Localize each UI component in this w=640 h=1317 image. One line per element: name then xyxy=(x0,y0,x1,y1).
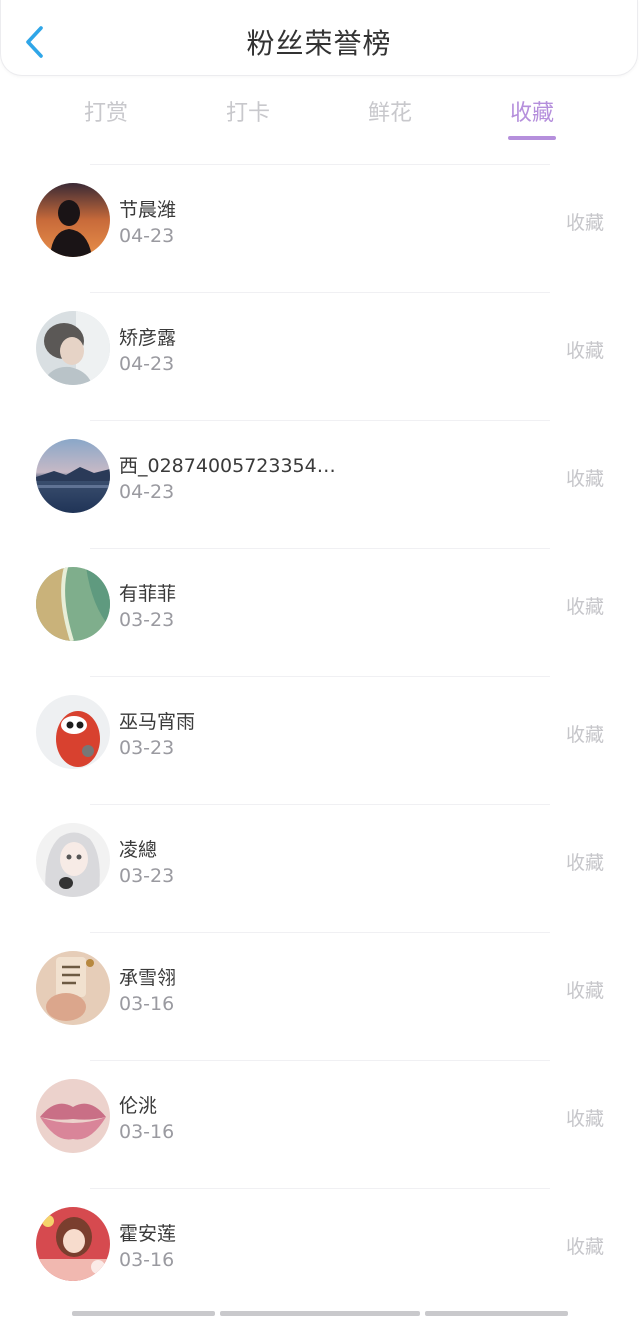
fan-list: 节晨潍 04-23 收藏 矫彦露 04-23 收藏 西_028740057233… xyxy=(0,164,640,1316)
list-item[interactable]: 节晨潍 04-23 收藏 xyxy=(0,164,640,292)
tab-tip[interactable]: 打赏 xyxy=(35,95,177,127)
tab-label: 打卡 xyxy=(225,101,270,126)
fan-date: 04-23 xyxy=(119,353,175,375)
fan-date: 03-23 xyxy=(119,737,175,759)
avatar[interactable] xyxy=(36,1079,110,1153)
fan-date: 03-16 xyxy=(119,1249,175,1271)
fan-name: 西_02874005723354… xyxy=(119,455,336,477)
avatar[interactable] xyxy=(36,823,110,897)
bottom-indicator-segment xyxy=(220,1311,420,1316)
action-label: 收藏 xyxy=(565,1236,604,1258)
fan-name: 霍安莲 xyxy=(119,1223,177,1245)
fan-date: 03-23 xyxy=(119,609,175,631)
list-item[interactable]: 西_02874005723354… 04-23 收藏 xyxy=(0,420,640,548)
avatar[interactable] xyxy=(36,439,110,513)
tab-bar: 打赏 打卡 鲜花 收藏 xyxy=(35,95,605,145)
fan-date: 03-23 xyxy=(119,865,175,887)
action-label: 收藏 xyxy=(565,1108,604,1130)
row-divider xyxy=(90,676,550,677)
fan-name: 巫马宵雨 xyxy=(119,711,196,733)
fan-date: 04-23 xyxy=(119,481,175,503)
bottom-indicator-segment xyxy=(425,1311,568,1316)
fan-date: 03-16 xyxy=(119,993,175,1015)
avatar[interactable] xyxy=(36,567,110,641)
fan-name: 伦洮 xyxy=(119,1095,158,1117)
action-label: 收藏 xyxy=(565,724,604,746)
top-bar: 粉丝荣誉榜 xyxy=(0,0,638,76)
row-divider xyxy=(90,548,550,549)
fan-name: 承雪翎 xyxy=(119,967,177,989)
fan-name: 矫彦露 xyxy=(119,327,177,349)
avatar[interactable] xyxy=(36,695,110,769)
tab-label: 鲜花 xyxy=(367,101,412,126)
active-tab-indicator xyxy=(508,136,556,140)
row-divider xyxy=(90,292,550,293)
action-label: 收藏 xyxy=(565,340,604,362)
row-divider xyxy=(90,164,550,165)
fan-date: 04-23 xyxy=(119,225,175,247)
list-item[interactable]: 矫彦露 04-23 收藏 xyxy=(0,292,640,420)
avatar[interactable] xyxy=(36,183,110,257)
fan-date: 03-16 xyxy=(119,1121,175,1143)
action-label: 收藏 xyxy=(565,212,604,234)
row-divider xyxy=(90,1188,550,1189)
list-item[interactable]: 巫马宵雨 03-23 收藏 xyxy=(0,676,640,804)
fan-name: 凌總 xyxy=(119,839,158,861)
tab-flowers[interactable]: 鲜花 xyxy=(319,95,461,127)
list-item[interactable]: 伦洮 03-16 收藏 xyxy=(0,1060,640,1188)
list-item[interactable]: 凌總 03-23 收藏 xyxy=(0,804,640,932)
action-label: 收藏 xyxy=(565,852,604,874)
tab-checkin[interactable]: 打卡 xyxy=(177,95,319,127)
fan-name: 节晨潍 xyxy=(119,199,177,221)
row-divider xyxy=(90,420,550,421)
list-item[interactable]: 承雪翎 03-16 收藏 xyxy=(0,932,640,1060)
row-divider xyxy=(90,804,550,805)
action-label: 收藏 xyxy=(565,596,604,618)
tab-label: 打赏 xyxy=(83,101,128,126)
page-title: 粉丝荣誉榜 xyxy=(246,27,392,60)
bottom-indicator-segment xyxy=(72,1311,215,1316)
action-label: 收藏 xyxy=(565,980,604,1002)
row-divider xyxy=(90,932,550,933)
list-item[interactable]: 霍安莲 03-16 收藏 xyxy=(0,1188,640,1316)
avatar[interactable] xyxy=(36,951,110,1025)
action-label: 收藏 xyxy=(565,468,604,490)
tab-favorites[interactable]: 收藏 xyxy=(461,95,603,140)
fan-name: 有菲菲 xyxy=(119,583,177,605)
list-item[interactable]: 有菲菲 03-23 收藏 xyxy=(0,548,640,676)
avatar[interactable] xyxy=(36,311,110,385)
row-divider xyxy=(90,1060,550,1061)
avatar[interactable] xyxy=(36,1207,110,1281)
tab-label: 收藏 xyxy=(509,101,554,126)
